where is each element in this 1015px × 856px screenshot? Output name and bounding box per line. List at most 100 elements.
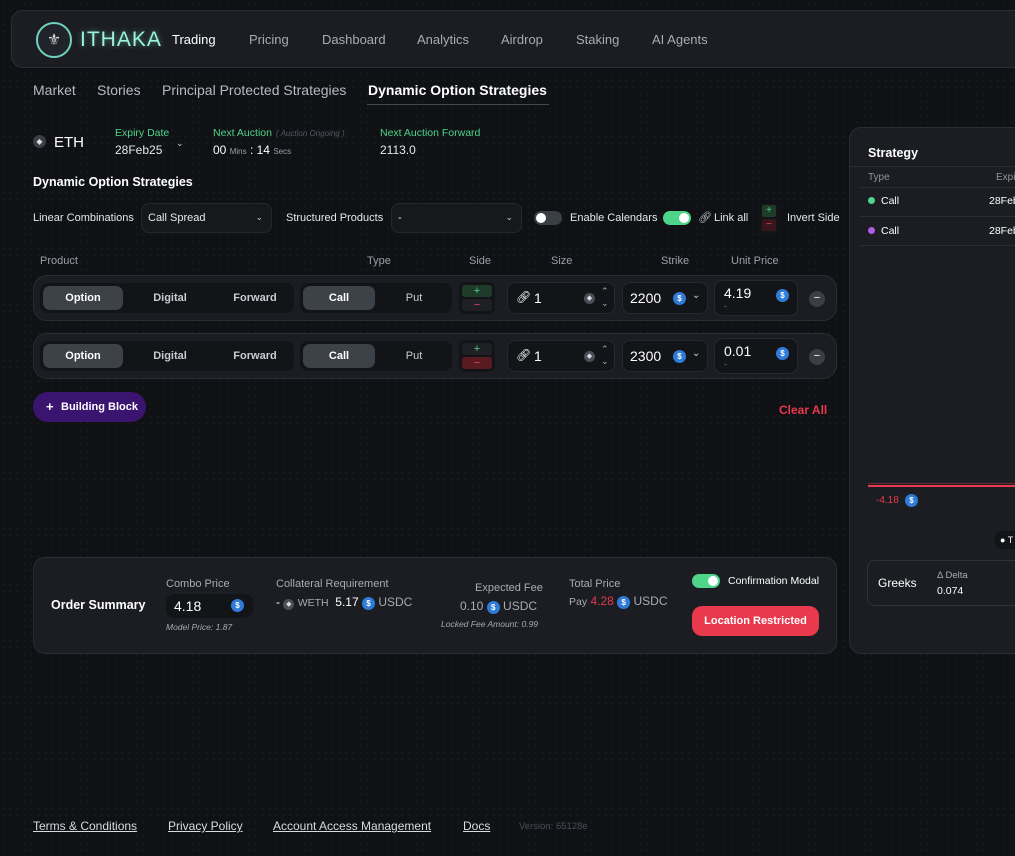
strike-field[interactable]: 2300 $ ⌄ (622, 340, 708, 372)
invert-side-button[interactable]: + − (759, 203, 779, 233)
pay-label: Pay (569, 596, 588, 608)
tab-stories[interactable]: Stories (97, 82, 141, 98)
total-price-row: Pay 4.28 $ USDC (569, 594, 668, 609)
usdc-icon: $ (776, 289, 789, 302)
type-call[interactable]: Call (303, 344, 375, 368)
footer-privacy-link[interactable]: Privacy Policy (168, 819, 243, 833)
stepper-icon[interactable]: ⌃ ⌄ (601, 343, 609, 367)
side-selector[interactable]: + − (459, 340, 495, 372)
tab-market[interactable]: Market (33, 82, 76, 98)
structured-products-value: - (398, 212, 402, 224)
footer-terms-link[interactable]: Terms & Conditions (33, 819, 137, 833)
unit-price-value[interactable]: 4.19 (724, 285, 751, 301)
nav-analytics[interactable]: Analytics (417, 32, 469, 47)
chevron-down-icon[interactable]: ⌄ (692, 290, 700, 301)
product-segment: Option Digital Forward (40, 283, 294, 313)
product-option[interactable]: Option (43, 286, 123, 310)
sell-minus-icon[interactable]: − (462, 357, 492, 369)
strike-value[interactable]: 2200 (630, 290, 661, 306)
sell-minus-icon[interactable]: − (462, 299, 492, 311)
remove-leg-button[interactable]: − (809, 349, 825, 365)
linear-combinations-label: Linear Combinations (33, 212, 134, 224)
side-selector[interactable]: + − (459, 282, 495, 314)
usdc-icon: $ (231, 599, 244, 612)
strike-field[interactable]: 2200 $ ⌄ (622, 282, 708, 314)
type-segment: Call Put (300, 341, 452, 371)
asset-symbol[interactable]: ETH (54, 134, 84, 151)
confirmation-modal-toggle[interactable] (692, 574, 720, 588)
strategy-title: Strategy (868, 146, 919, 160)
nav-ai-agents[interactable]: AI Agents (652, 32, 708, 47)
type-segment: Call Put (300, 283, 452, 313)
combo-price-value[interactable]: 4.18 (174, 598, 201, 614)
enable-calendars-toggle[interactable] (534, 211, 562, 225)
collateral-value: 5.17 (335, 595, 359, 609)
top-nav: ⚜ ITHAKA Trading Pricing Dashboard Analy… (11, 10, 1015, 68)
product-digital[interactable]: Digital (130, 341, 210, 371)
size-value[interactable]: 1 (534, 348, 542, 364)
remove-leg-button[interactable]: − (809, 291, 825, 307)
divider (860, 216, 1015, 217)
buy-plus-icon[interactable]: + (462, 285, 492, 297)
expiry-value[interactable]: 28Feb25 (115, 143, 162, 157)
logo-icon[interactable]: ⚜ (36, 22, 72, 58)
building-block-label: Building Block (61, 401, 138, 413)
clear-all-button[interactable]: Clear All (779, 403, 827, 417)
type-put[interactable]: Put (378, 283, 450, 313)
link-icon[interactable]: 🔗︎ (516, 290, 531, 304)
logo-text[interactable]: ITHAKA (80, 28, 162, 52)
usdc-icon: $ (673, 292, 686, 305)
usdc-icon: $ (673, 350, 686, 363)
payoff-line (868, 485, 1015, 487)
type-put[interactable]: Put (378, 341, 450, 371)
nav-pricing[interactable]: Pricing (249, 32, 289, 47)
product-digital[interactable]: Digital (130, 283, 210, 313)
unit-price-value[interactable]: 0.01 (724, 343, 751, 359)
divider (850, 166, 1015, 167)
active-tab-underline (367, 104, 549, 105)
product-forward[interactable]: Forward (215, 283, 295, 313)
product-segment: Option Digital Forward (40, 341, 294, 371)
greeks-box: Greeks Δ Delta 0.074 (867, 560, 1015, 606)
combo-price-label: Combo Price (166, 578, 230, 590)
header-side: Side (469, 255, 492, 267)
nav-airdrop[interactable]: Airdrop (501, 32, 543, 47)
size-value[interactable]: 1 (534, 290, 542, 306)
nav-dashboard[interactable]: Dashboard (322, 32, 386, 47)
fee-row: 0.10 $ USDC (460, 599, 537, 614)
unit-price-sub: - (724, 359, 727, 369)
stepper-icon[interactable]: ⌃ ⌄ (601, 285, 609, 309)
tab-dynamic-option[interactable]: Dynamic Option Strategies (368, 82, 547, 98)
header-strike: Strike (661, 255, 690, 267)
product-option[interactable]: Option (43, 344, 123, 368)
strike-value[interactable]: 2300 (630, 348, 661, 364)
product-forward[interactable]: Forward (215, 341, 295, 371)
type-call[interactable]: Call (303, 286, 375, 310)
strategy-row-type: Call (881, 195, 900, 207)
footer-docs-link[interactable]: Docs (463, 819, 490, 833)
linear-combinations-select[interactable]: Call Spread ⌄ (141, 203, 272, 233)
link-icon[interactable]: 🔗︎ (516, 348, 531, 362)
unit-price-field[interactable]: 4.19 - $ (714, 280, 798, 316)
size-field[interactable]: 🔗︎ 1 ◆ ⌃ ⌄ (507, 282, 615, 314)
size-field[interactable]: 🔗︎ 1 ◆ ⌃ ⌄ (507, 340, 615, 372)
nav-trading[interactable]: Trading (172, 32, 216, 47)
location-restricted-button[interactable]: Location Restricted (692, 606, 819, 636)
divider (860, 187, 1015, 188)
nav-staking[interactable]: Staking (576, 32, 619, 47)
footer-account-access-link[interactable]: Account Access Management (273, 819, 431, 833)
legend-label: T (1007, 535, 1014, 545)
auction-timer: 00 Mins : 14 Secs (213, 143, 291, 157)
strategy-type-header: Type (868, 172, 890, 183)
enable-calendars-label: Enable Calendars (570, 212, 658, 224)
add-building-block-button[interactable]: + Building Block (33, 392, 146, 422)
tab-principal-protected[interactable]: Principal Protected Strategies (162, 82, 346, 98)
unit-price-field[interactable]: 0.01 - $ (714, 338, 798, 374)
legend-pill[interactable]: ● T (994, 531, 1015, 549)
chevron-down-icon[interactable]: ⌄ (692, 348, 700, 359)
combo-price-field[interactable]: 4.18 $ (166, 594, 253, 618)
link-all-toggle[interactable] (663, 211, 691, 225)
expiry-chevron-down-icon[interactable]: ⌄ (176, 138, 184, 149)
buy-plus-icon[interactable]: + (462, 343, 492, 355)
structured-products-select[interactable]: - ⌄ (391, 203, 522, 233)
